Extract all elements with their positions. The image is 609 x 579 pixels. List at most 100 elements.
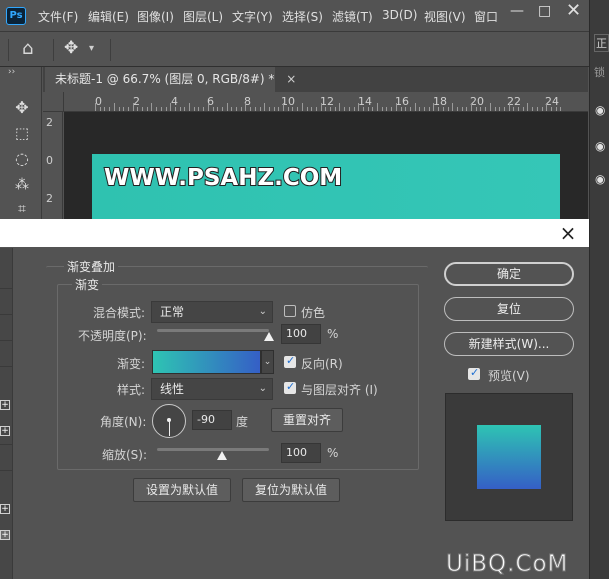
ruler-tick xyxy=(113,103,115,111)
reset-default-button[interactable]: 复位为默认值 xyxy=(242,478,340,502)
close-window-button[interactable]: ✕ xyxy=(566,0,581,21)
lasso-icon[interactable]: ◌ xyxy=(11,148,33,170)
chevron-down-icon[interactable]: ▾ xyxy=(89,43,94,54)
menu-file[interactable]: 文件(F) xyxy=(38,8,78,25)
ruler-tick xyxy=(494,107,496,111)
align-with-layer-checkbox[interactable] xyxy=(284,380,296,394)
ruler-label: 14 xyxy=(358,95,372,108)
menu-edit[interactable]: 编辑(E) xyxy=(88,8,129,25)
maximize-button[interactable]: □ xyxy=(538,3,551,19)
opacity-slider-track[interactable] xyxy=(157,329,269,332)
preview-checkbox[interactable] xyxy=(468,366,480,380)
menu-select[interactable]: 选择(S) xyxy=(282,8,323,25)
set-default-button[interactable]: 设置为默认值 xyxy=(133,478,231,502)
scale-label: 缩放(S): xyxy=(102,448,148,462)
ruler-tick xyxy=(240,107,242,111)
ruler-tick xyxy=(292,107,294,111)
opacity-input[interactable]: 100 xyxy=(281,324,321,344)
scale-slider-thumb[interactable] xyxy=(216,451,227,460)
dither-checkbox[interactable] xyxy=(284,305,296,317)
gradient-picker[interactable] xyxy=(152,350,261,374)
add-style-icon[interactable]: + xyxy=(0,400,10,410)
angle-dial[interactable] xyxy=(152,404,186,438)
site-watermark: UiBQ.CoM xyxy=(445,551,569,578)
dialog-titlebar[interactable] xyxy=(0,219,589,247)
menu-image[interactable]: 图像(I) xyxy=(137,8,174,25)
home-icon[interactable]: ⌂ xyxy=(22,38,33,59)
ruler-tick xyxy=(536,107,538,111)
opacity-slider-thumb[interactable] xyxy=(264,332,274,341)
ruler-label: 0 xyxy=(95,95,102,108)
new-style-button[interactable]: 新建样式(W)... xyxy=(444,332,574,356)
ruler-tick xyxy=(400,107,402,111)
options-bar: ⌂ ✥ ▾ xyxy=(0,33,609,67)
reverse-checkbox[interactable] xyxy=(284,354,296,368)
ruler-tick xyxy=(428,107,430,111)
ruler-tick xyxy=(489,103,491,111)
dither-label: 仿色 xyxy=(301,306,326,320)
menu-filter[interactable]: 滤镜(T) xyxy=(332,8,373,25)
photoshop-logo: Ps xyxy=(6,7,26,25)
add-style-icon[interactable]: + xyxy=(0,530,10,540)
marquee-icon[interactable]: ⬚ xyxy=(11,122,33,144)
close-tab-icon[interactable]: × xyxy=(286,72,296,86)
ruler-tick xyxy=(362,107,364,111)
move-icon[interactable]: ✥ xyxy=(11,97,33,119)
reset-button[interactable]: 复位 xyxy=(444,297,574,321)
angle-input[interactable]: -90 xyxy=(192,410,232,430)
menu-window[interactable]: 窗口 xyxy=(474,8,498,25)
ruler-tick xyxy=(330,107,331,111)
style-select[interactable]: 线性 ⌄ xyxy=(151,378,273,400)
ruler-tick xyxy=(146,107,148,111)
ruler-tick xyxy=(99,107,101,111)
close-icon[interactable]: × xyxy=(556,221,580,245)
eye-icon[interactable]: ◉ xyxy=(595,103,605,117)
preview-label: 预览(V) xyxy=(488,369,530,383)
ruler-tick xyxy=(518,107,519,111)
section-title: 渐变叠加 xyxy=(64,258,119,275)
ruler-tick xyxy=(372,107,374,111)
menu-3d[interactable]: 3D(D) xyxy=(382,8,417,22)
blend-mode-select[interactable]: 正常 ⌄ xyxy=(151,301,273,323)
minimize-button[interactable]: — xyxy=(510,3,524,19)
reset-alignment-button[interactable]: 重置对齐 xyxy=(271,408,343,432)
add-style-icon[interactable]: + xyxy=(0,504,10,514)
ruler-tick xyxy=(306,107,308,111)
ruler-tick xyxy=(203,107,205,111)
ruler-tick xyxy=(221,107,223,111)
collapse-icon[interactable]: ›› xyxy=(8,67,15,77)
document-tab-label: 未标题-1 @ 66.7% (图层 0, RGB/8#) * xyxy=(55,72,275,86)
ruler-tick xyxy=(471,103,472,111)
ok-button[interactable]: 确定 xyxy=(444,262,574,286)
ruler-tick xyxy=(273,107,275,111)
ruler-tick xyxy=(480,107,482,111)
scale-slider-track[interactable] xyxy=(157,448,269,451)
document-tab[interactable]: 未标题-1 @ 66.7% (图层 0, RGB/8#) * × xyxy=(45,67,296,92)
ruler-tick xyxy=(395,103,397,111)
ruler-tick xyxy=(160,107,162,111)
ruler-tick xyxy=(283,103,284,111)
magic-wand-icon[interactable]: ⁂ xyxy=(11,174,33,196)
menu-layer[interactable]: 图层(L) xyxy=(183,8,223,25)
ruler-tick xyxy=(118,107,120,111)
ruler-tick xyxy=(301,103,303,111)
ruler-tick xyxy=(447,107,449,111)
ruler-label: 16 xyxy=(395,95,409,108)
add-style-icon[interactable]: + xyxy=(0,426,10,436)
crop-icon[interactable]: ⌗ xyxy=(11,198,33,220)
ruler-tick xyxy=(259,107,261,111)
menu-view[interactable]: 视图(V) xyxy=(424,8,466,25)
eye-icon[interactable]: ◉ xyxy=(595,139,605,153)
move-tool-icon[interactable]: ✥ xyxy=(64,38,78,58)
ruler-origin[interactable] xyxy=(43,92,64,112)
menu-type[interactable]: 文字(Y) xyxy=(232,8,273,25)
ruler-tick xyxy=(550,107,552,111)
ruler-tick xyxy=(381,107,383,111)
panel-field[interactable]: 正 xyxy=(594,34,609,52)
chevron-down-icon[interactable]: ⌄ xyxy=(261,350,274,374)
ruler-tick xyxy=(560,107,562,111)
ruler-label: 20 xyxy=(470,95,484,108)
eye-icon[interactable]: ◉ xyxy=(595,172,605,186)
blend-mode-label: 混合模式: xyxy=(93,306,146,320)
scale-input[interactable]: 100 xyxy=(281,443,321,463)
